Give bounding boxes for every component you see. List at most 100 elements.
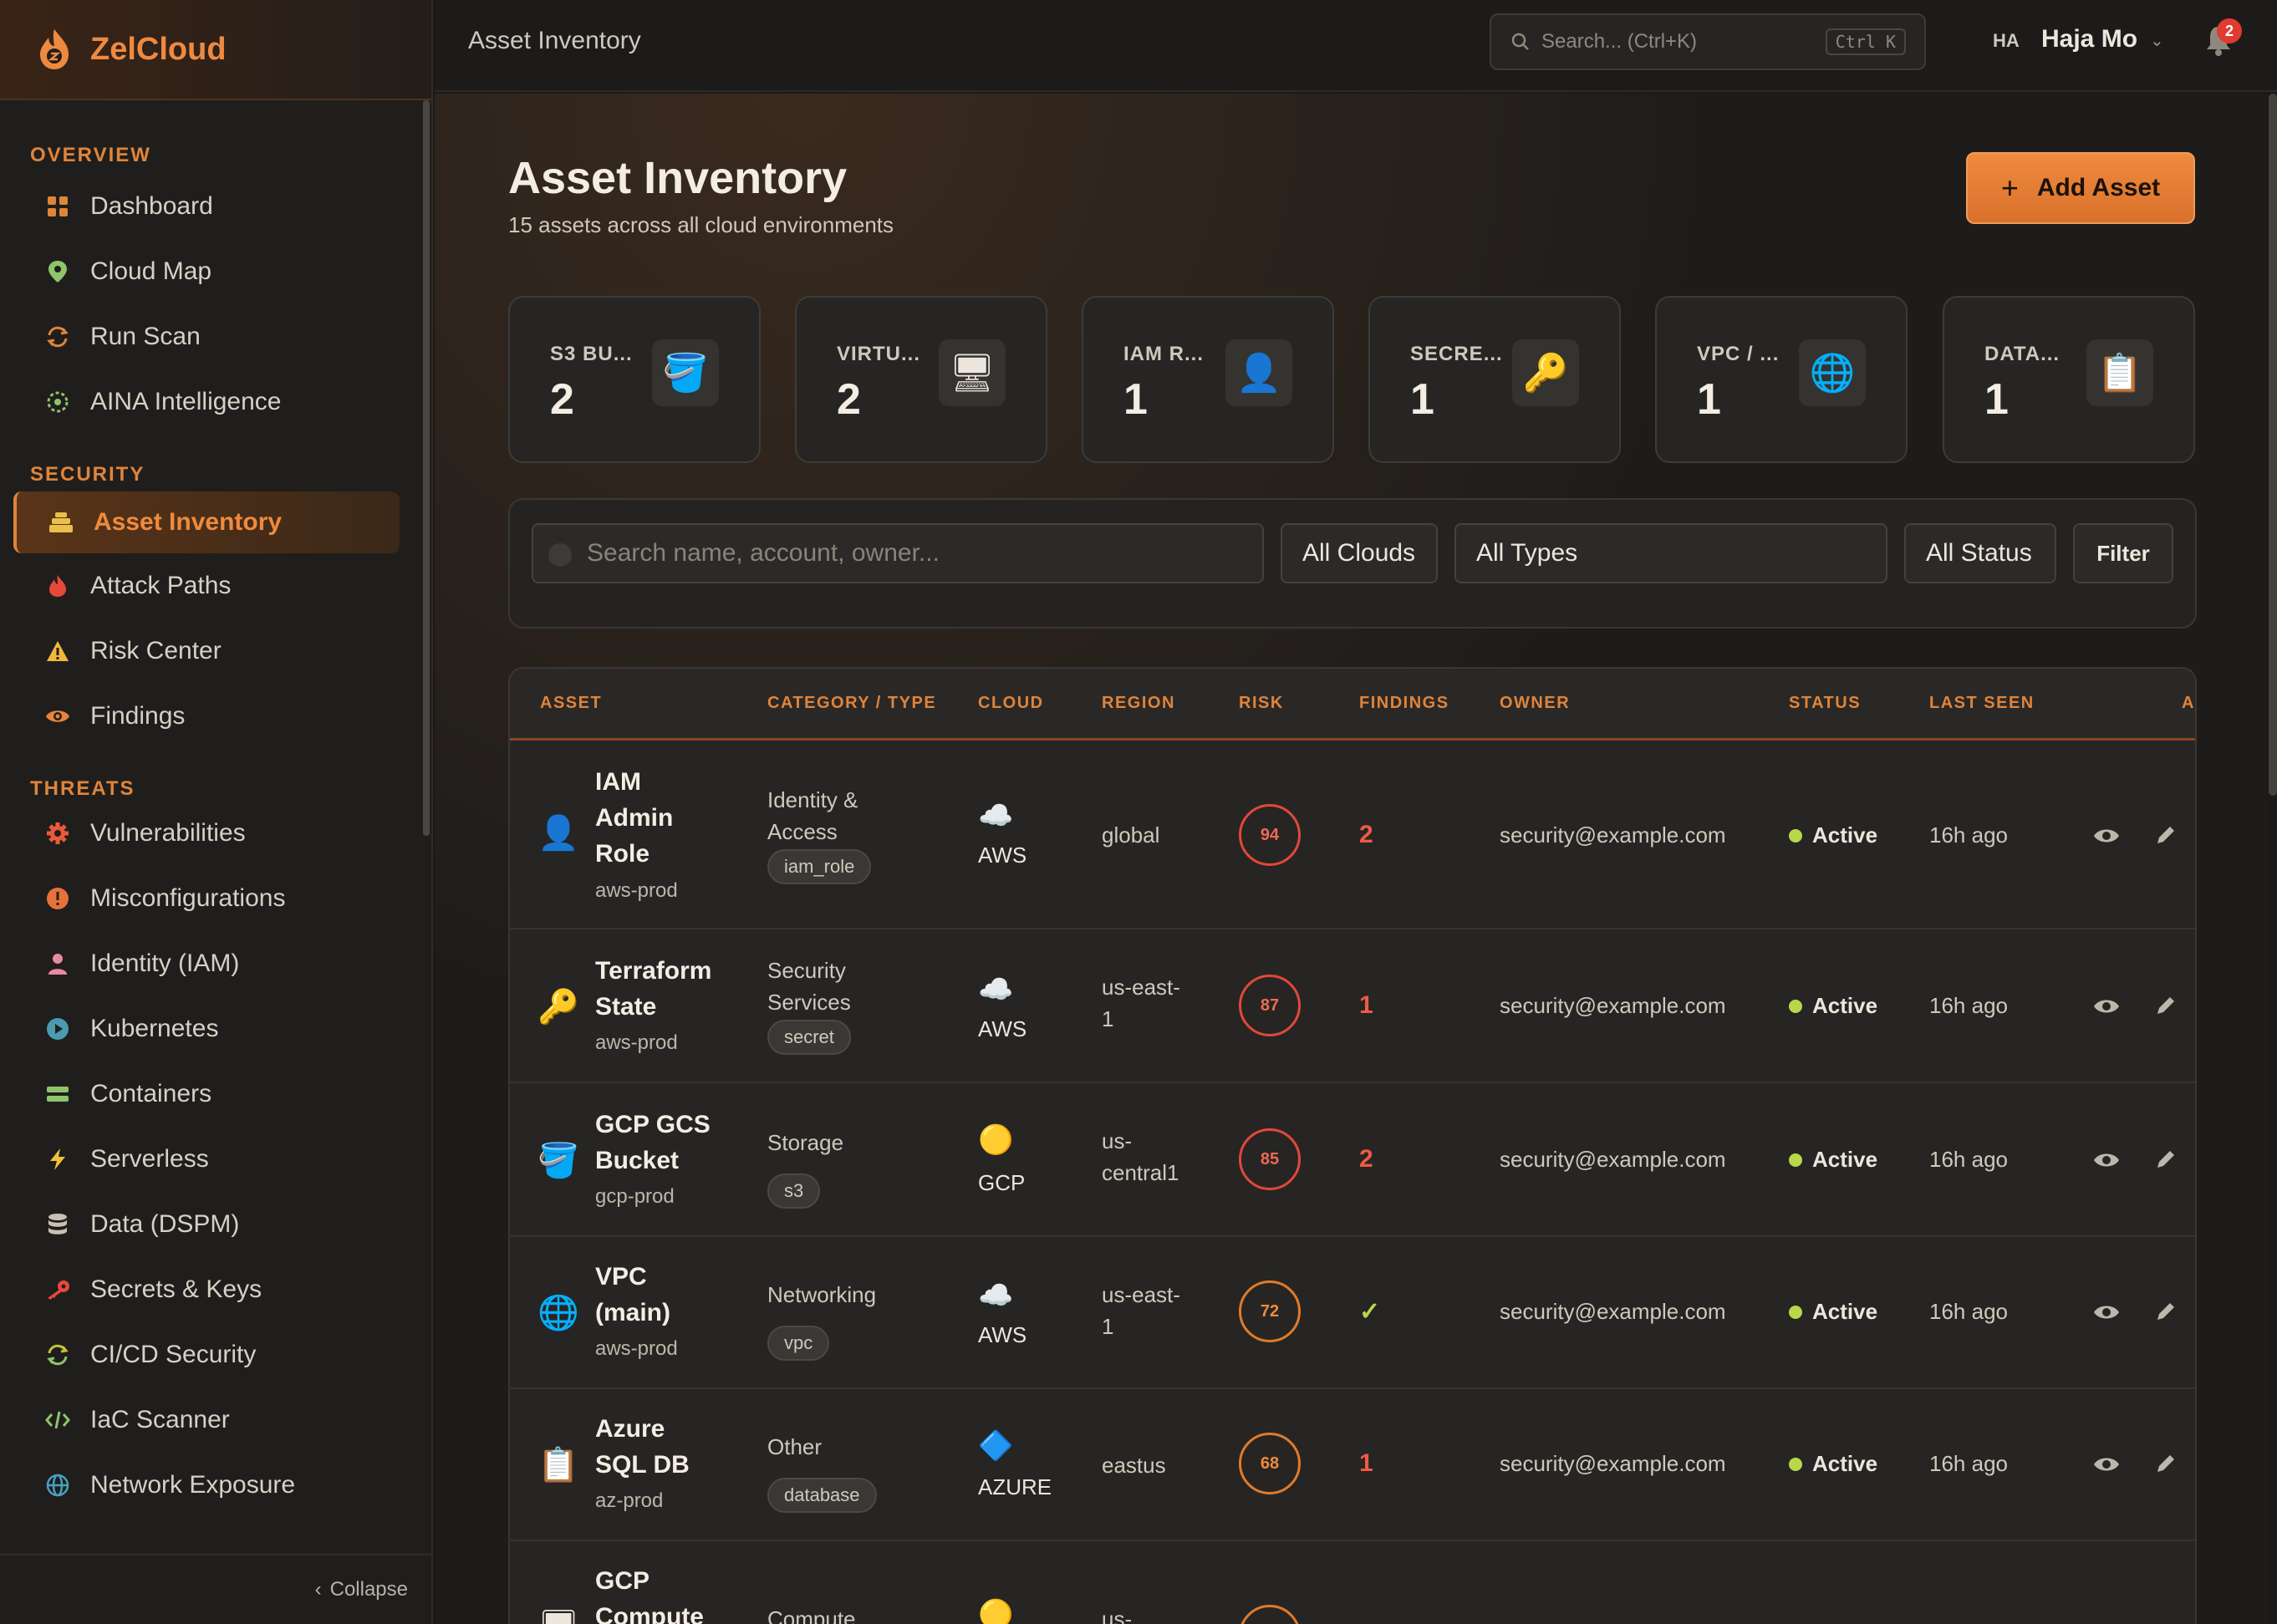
col-header-asset[interactable]: ASSET: [540, 694, 602, 713]
edit-icon[interactable]: [2153, 822, 2178, 848]
avatar[interactable]: HA: [1993, 30, 2020, 52]
cloud-name: AWS: [978, 1016, 1027, 1041]
asset-account: aws-prod: [595, 1031, 678, 1054]
type-filter-select[interactable]: All Types: [1454, 523, 1887, 583]
table-row[interactable]: 👤 IAM Admin Role aws-prod Identity & Acc…: [510, 742, 2195, 929]
col-header-status[interactable]: STATUS: [1789, 694, 1861, 713]
stat-label: DATA...: [1984, 343, 2061, 365]
sidebar-item-findings[interactable]: Findings: [0, 684, 421, 749]
stat-value: 1: [1984, 375, 2009, 424]
chevron-down-icon[interactable]: ⌄: [2150, 30, 2164, 51]
stat-card-vpc[interactable]: VPC / ... 1 🌐: [1655, 296, 1908, 463]
topbar-title: Asset Inventory: [468, 27, 641, 54]
cloud-filter-select[interactable]: All Clouds: [1281, 523, 1438, 583]
cloud-name: GCP: [978, 1170, 1026, 1195]
col-header-actions[interactable]: AC: [2182, 694, 2195, 713]
sidebar-item-label: IaC Scanner: [90, 1406, 230, 1433]
sidebar-item-iac-scanner[interactable]: IaC Scanner: [0, 1387, 421, 1453]
col-header-owner[interactable]: OWNER: [1500, 694, 1570, 713]
stat-card-iam-roles[interactable]: IAM R... 1 👤: [1082, 296, 1334, 463]
findings-count[interactable]: 1: [1359, 991, 1373, 1020]
sidebar-item-kubernetes[interactable]: Kubernetes: [0, 996, 421, 1061]
stat-label: IAM R...: [1123, 343, 1204, 365]
globe-icon: 🌐: [537, 1294, 579, 1331]
sidebar-item-vulnerabilities[interactable]: Vulnerabilities: [0, 801, 421, 866]
code-icon: [45, 1408, 70, 1433]
view-icon[interactable]: [2091, 1297, 2122, 1327]
sidebar-item-attack-paths[interactable]: Attack Paths: [0, 553, 421, 619]
table-row[interactable]: 📋 Azure SQL DB az-prod Other database 🔷 …: [510, 1389, 2195, 1541]
sidebar-item-dashboard[interactable]: Dashboard: [0, 174, 421, 239]
sidebar-item-risk-center[interactable]: Risk Center: [0, 619, 421, 684]
table-row[interactable]: 🪣 GCP GCS Bucket gcp-prod Storage s3 🟡 G…: [510, 1083, 2195, 1237]
stat-label: S3 BU...: [550, 343, 633, 365]
edit-icon[interactable]: [2153, 993, 2178, 1018]
sidebar-item-data-dspm[interactable]: Data (DSPM): [0, 1192, 421, 1257]
filter-button[interactable]: Filter: [2073, 523, 2173, 583]
col-header-risk[interactable]: RISK: [1239, 694, 1284, 713]
findings-count[interactable]: 1: [1359, 1449, 1373, 1478]
findings-count[interactable]: 2: [1359, 821, 1373, 849]
col-header-cloud[interactable]: CLOUD: [978, 694, 1044, 713]
brand[interactable]: ZelCloud: [0, 0, 431, 100]
edit-icon[interactable]: [2153, 1451, 2178, 1476]
sidebar-item-misconfigurations[interactable]: Misconfigurations: [0, 866, 421, 931]
asset-name[interactable]: GCP Compute: [595, 1563, 721, 1624]
sidebar-item-cloud-map[interactable]: Cloud Map: [0, 239, 421, 304]
asset-search-input[interactable]: Search name, account, owner...: [532, 523, 1264, 583]
view-icon[interactable]: [2091, 991, 2122, 1021]
main-scrollbar[interactable]: [2269, 94, 2277, 796]
sidebar-item-label: Vulnerabilities: [90, 819, 246, 847]
sidebar-item-containers[interactable]: Containers: [0, 1061, 421, 1127]
view-icon[interactable]: [2091, 1145, 2122, 1175]
add-asset-label: Add Asset: [2036, 174, 2161, 201]
view-icon[interactable]: [2091, 821, 2122, 851]
shortcut-hint: Ctrl K: [1825, 28, 1906, 55]
asset-name[interactable]: VPC (main): [595, 1259, 721, 1331]
stat-value: 2: [837, 375, 861, 424]
view-icon[interactable]: [2091, 1449, 2122, 1479]
asset-type-tag: database: [767, 1478, 877, 1513]
asset-account: aws-prod: [595, 1337, 678, 1360]
sidebar-item-network-exposure[interactable]: Network Exposure: [0, 1453, 421, 1518]
asset-name[interactable]: IAM Admin Role: [595, 764, 721, 872]
sidebar-item-asset-inventory[interactable]: Asset Inventory: [13, 491, 400, 553]
findings-count[interactable]: 2: [1359, 1145, 1373, 1173]
col-header-last-seen[interactable]: LAST SEEN: [1929, 694, 2035, 713]
col-header-category[interactable]: CATEGORY / TYPE: [767, 694, 936, 713]
stat-card-s3-buckets[interactable]: S3 BU... 2 🪣: [508, 296, 761, 463]
add-asset-button[interactable]: + Add Asset: [1966, 152, 2195, 224]
status-filter-select[interactable]: All Status: [1904, 523, 2056, 583]
sidebar-item-aina-intelligence[interactable]: AINA Intelligence: [0, 369, 421, 435]
edit-icon[interactable]: [2153, 1299, 2178, 1324]
user-icon: [45, 951, 70, 976]
table-row[interactable]: 🌐 VPC (main) aws-prod Networking vpc ☁️ …: [510, 1237, 2195, 1389]
edit-icon[interactable]: [2153, 1147, 2178, 1172]
asset-name[interactable]: Azure SQL DB: [595, 1411, 721, 1483]
col-header-findings[interactable]: FINDINGS: [1359, 694, 1449, 713]
monitor-icon: 🖥: [939, 339, 1006, 406]
user-menu-name[interactable]: Haja Mo: [2041, 25, 2137, 53]
sidebar-scrollbar[interactable]: [423, 100, 430, 836]
asset-name[interactable]: Terraform State: [595, 953, 721, 1025]
sidebar-item-secrets-keys[interactable]: Secrets & Keys: [0, 1257, 421, 1322]
sidebar-item-serverless[interactable]: Serverless: [0, 1127, 421, 1192]
stat-card-secrets[interactable]: SECRE... 1 🔑: [1368, 296, 1621, 463]
global-search-input[interactable]: Search... (Ctrl+K) Ctrl K: [1490, 13, 1926, 70]
asset-name[interactable]: GCP GCS Bucket: [595, 1107, 721, 1179]
stat-card-virtual-machines[interactable]: VIRTU... 2 🖥: [795, 296, 1047, 463]
table-row[interactable]: 🔑 Terraform State aws-prod Security Serv…: [510, 929, 2195, 1083]
region: global: [1102, 822, 1160, 848]
status-dot: [1789, 828, 1802, 843]
sidebar-item-cicd-security[interactable]: CI/CD Security: [0, 1322, 421, 1387]
col-header-region[interactable]: REGION: [1102, 694, 1175, 713]
status-label: Active: [1812, 993, 1878, 1018]
collapse-button[interactable]: ‹ Collapse: [0, 1554, 433, 1624]
sidebar-item-identity[interactable]: Identity (IAM): [0, 931, 421, 996]
asset-category: Identity & Access: [767, 787, 858, 844]
stat-card-databases[interactable]: DATA... 1 📋: [1943, 296, 2195, 463]
table-row[interactable]: 🖥 GCP Compute Compute 🟡 us-: [510, 1541, 2195, 1624]
sidebar-item-run-scan[interactable]: Run Scan: [0, 304, 421, 369]
stat-value: 2: [550, 375, 574, 424]
asset-table: ASSET CATEGORY / TYPE CLOUD REGION RISK …: [508, 667, 2197, 1624]
